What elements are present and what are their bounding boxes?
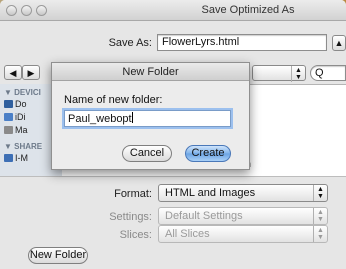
format-popup[interactable]: HTML and Images ▲ ▼: [158, 184, 328, 202]
format-label: Format:: [114, 188, 152, 200]
window-titlebar: Save Optimized As: [0, 0, 346, 21]
folder-name-input[interactable]: Paul_webopt: [64, 110, 231, 127]
sidebar-item-label: Do: [15, 99, 27, 109]
popup-arrows-icon: ▲ ▼: [313, 226, 327, 242]
minimize-window-button[interactable]: [21, 5, 32, 16]
back-button[interactable]: ◀: [4, 65, 22, 80]
settings-value: Default Settings: [165, 210, 243, 222]
cancel-button[interactable]: Cancel: [122, 145, 172, 162]
slices-value: All Slices: [165, 228, 210, 240]
forward-button[interactable]: ▶: [22, 65, 40, 80]
network-computer-icon: [4, 154, 13, 162]
forward-arrow-icon: ▶: [27, 68, 35, 78]
new-folder-sheet: New Folder Name of new folder: Paul_webo…: [51, 62, 250, 170]
triangle-up-icon: ▲: [334, 38, 344, 48]
close-window-button[interactable]: [6, 5, 17, 16]
format-value: HTML and Images: [165, 187, 256, 199]
sidebar-item-label: I-M: [15, 153, 28, 163]
sidebar-shared-header: ▼ SHARE: [4, 142, 43, 151]
slices-popup[interactable]: All Slices ▲ ▼: [158, 225, 328, 243]
sidebar-item-device-1[interactable]: Do: [4, 99, 27, 109]
hard-drive-icon: [4, 126, 13, 134]
popup-arrows-icon: ▲ ▼: [313, 185, 327, 201]
bottom-bar: New Folder: [0, 243, 346, 269]
zoom-window-button[interactable]: [36, 5, 47, 16]
text-cursor: [131, 112, 133, 123]
window-title: Save Optimized As: [201, 4, 295, 16]
new-folder-prompt: Name of new folder:: [64, 94, 163, 106]
sidebar-devices-header: ▼ DEVICI: [4, 88, 41, 97]
new-folder-button[interactable]: New Folder: [28, 247, 88, 264]
create-button[interactable]: Create: [185, 145, 231, 162]
settings-popup[interactable]: Default Settings ▲ ▼: [158, 207, 328, 225]
save-as-label: Save As:: [108, 37, 152, 49]
sidebar-item-label: iDi: [15, 112, 26, 122]
sidebar-item-label: Ma: [15, 125, 28, 135]
save-dialog-window: Save Optimized As Save As: FlowerLyrs.ht…: [0, 0, 346, 269]
new-folder-sheet-title: New Folder: [52, 63, 249, 81]
popup-arrows-icon: ▲ ▼: [291, 66, 305, 82]
slices-label: Slices:: [119, 229, 152, 241]
save-as-input[interactable]: FlowerLyrs.html: [157, 34, 327, 51]
sidebar-item-device-3[interactable]: Ma: [4, 125, 28, 135]
settings-label: Settings:: [109, 211, 152, 223]
popup-arrows-icon: ▲ ▼: [313, 208, 327, 224]
folder-name-value: Paul_webopt: [68, 113, 132, 125]
divider: [0, 176, 346, 177]
expand-browser-button[interactable]: ▲: [332, 35, 346, 51]
search-icon: Q: [315, 67, 324, 79]
sidebar-item-device-2[interactable]: iDi: [4, 112, 26, 122]
display-icon: [4, 100, 13, 108]
search-field[interactable]: Q: [310, 65, 346, 81]
sidebar-item-shared-1[interactable]: I-M: [4, 153, 28, 163]
location-popup[interactable]: ▲ ▼: [252, 65, 306, 82]
disk-icon: [4, 113, 13, 121]
back-arrow-icon: ◀: [9, 68, 17, 78]
